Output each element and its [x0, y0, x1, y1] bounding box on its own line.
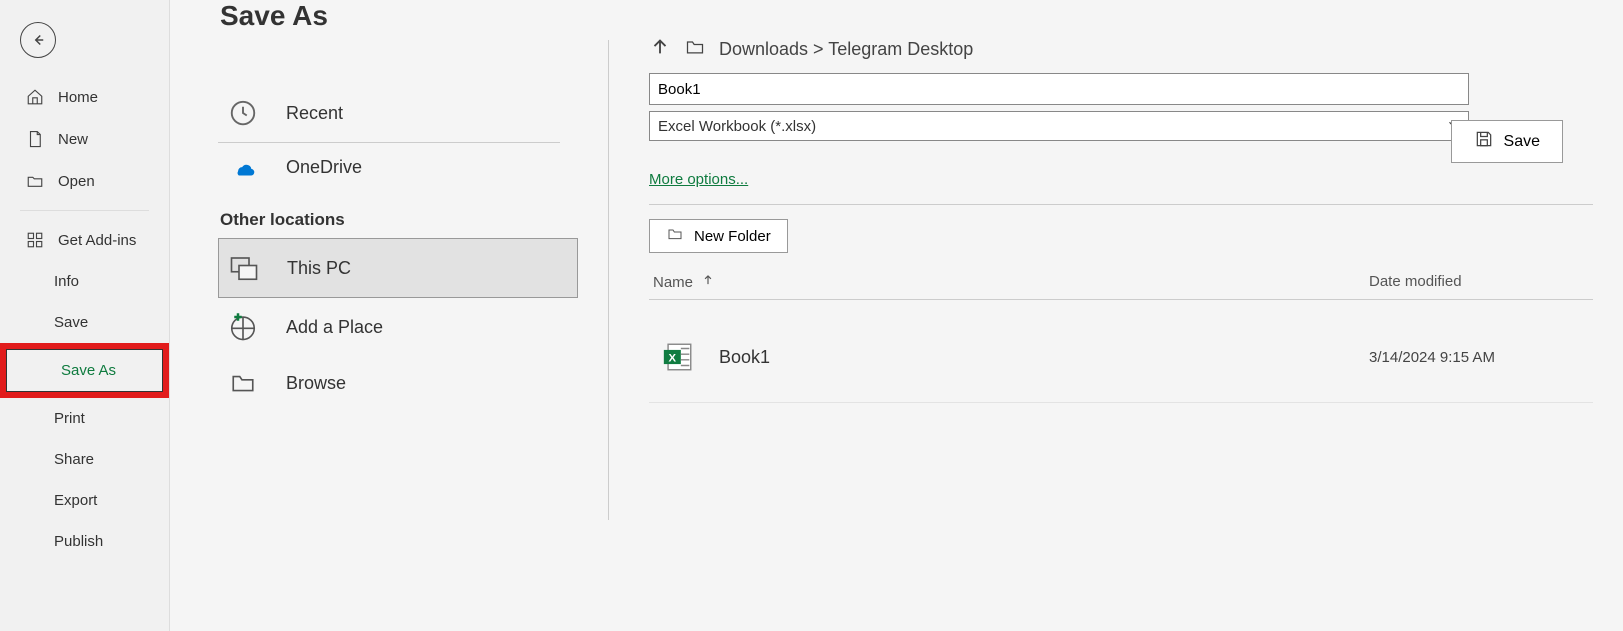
nav-label: Get Add-ins [58, 232, 136, 249]
filetype-select[interactable]: Excel Workbook (*.xlsx) [649, 111, 1469, 141]
file-row[interactable]: X Book1 3/14/2024 9:15 AM [649, 300, 1593, 403]
folder-icon [224, 370, 262, 396]
nav-label: Info [54, 273, 79, 290]
loc-addplace[interactable]: Add a Place [218, 298, 578, 356]
grid-icon [26, 231, 44, 249]
globe-plus-icon [224, 312, 262, 342]
svg-text:X: X [669, 352, 677, 364]
nav-info[interactable]: Info [0, 261, 169, 302]
save-label: Save [1504, 133, 1540, 151]
new-folder-label: New Folder [694, 228, 771, 245]
nav-label: Home [58, 89, 98, 106]
nav-addins[interactable]: Get Add-ins [0, 219, 169, 261]
highlight-saveas: Save As [0, 343, 169, 398]
page-title: Save As [220, 0, 608, 32]
loc-recent[interactable]: Recent [218, 84, 560, 143]
column-name[interactable]: Name [653, 273, 1369, 291]
nav-label: Share [54, 451, 94, 468]
loc-thispc[interactable]: This PC [218, 238, 578, 298]
nav-export[interactable]: Export [0, 480, 169, 521]
breadcrumb: Downloads > Telegram Desktop [649, 36, 1593, 63]
loc-label: Add a Place [286, 317, 383, 338]
column-date[interactable]: Date modified [1369, 273, 1589, 291]
nav-label: New [58, 131, 88, 148]
nav-open[interactable]: Open [0, 160, 169, 202]
folder-icon [666, 226, 684, 246]
save-button[interactable]: Save [1451, 120, 1563, 163]
column-name-label: Name [653, 274, 693, 291]
folder-open-icon [26, 172, 44, 190]
nav-label: Save As [61, 362, 116, 379]
nav-label: Save [54, 314, 88, 331]
nav-label: Export [54, 492, 97, 509]
divider [20, 210, 149, 211]
nav-label: Publish [54, 533, 103, 550]
loc-label: This PC [287, 258, 351, 279]
nav-label: Print [54, 410, 85, 427]
other-locations-header: Other locations [218, 192, 578, 238]
save-icon [1474, 129, 1494, 154]
nav-print[interactable]: Print [0, 398, 169, 439]
loc-onedrive[interactable]: OneDrive [218, 143, 578, 192]
nav-saveas[interactable]: Save As [6, 349, 163, 392]
more-options-link[interactable]: More options... [649, 171, 748, 188]
loc-label: Browse [286, 373, 346, 394]
locations-panel: Recent OneDrive Other locations This PC [218, 60, 608, 410]
filetype-value: Excel Workbook (*.xlsx) [658, 118, 816, 135]
excel-file-icon: X [661, 340, 695, 374]
loc-label: Recent [286, 103, 343, 124]
onedrive-icon [224, 158, 262, 178]
nav-share[interactable]: Share [0, 439, 169, 480]
nav-publish[interactable]: Publish [0, 521, 169, 562]
sort-asc-icon [701, 273, 715, 291]
arrow-left-icon [29, 31, 47, 49]
up-button[interactable] [649, 36, 671, 63]
nav-home[interactable]: Home [0, 76, 169, 118]
thispc-icon [225, 253, 263, 283]
new-folder-button[interactable]: New Folder [649, 219, 788, 253]
loc-browse[interactable]: Browse [218, 356, 578, 410]
file-date: 3/14/2024 9:15 AM [1369, 349, 1589, 366]
nav-new[interactable]: New [0, 118, 169, 160]
nav-save[interactable]: Save [0, 302, 169, 343]
file-list-header: Name Date modified [649, 253, 1593, 300]
folder-icon [683, 37, 707, 62]
filename-input[interactable] [649, 73, 1469, 105]
clock-icon [224, 98, 262, 128]
breadcrumb-path[interactable]: Downloads > Telegram Desktop [719, 39, 973, 60]
column-date-label: Date modified [1369, 273, 1462, 290]
loc-label: OneDrive [286, 157, 362, 178]
backstage-sidebar: Home New Open Get Add-ins Info Save Save… [0, 0, 170, 631]
divider [649, 204, 1593, 205]
file-name: Book1 [695, 347, 1369, 368]
home-icon [26, 88, 44, 106]
main-area: Save As Recent OneDrive Other locations [170, 0, 1623, 631]
file-icon [26, 130, 44, 148]
back-button[interactable] [20, 22, 56, 58]
nav-label: Open [58, 173, 95, 190]
file-panel: Downloads > Telegram Desktop Excel Workb… [609, 0, 1623, 631]
